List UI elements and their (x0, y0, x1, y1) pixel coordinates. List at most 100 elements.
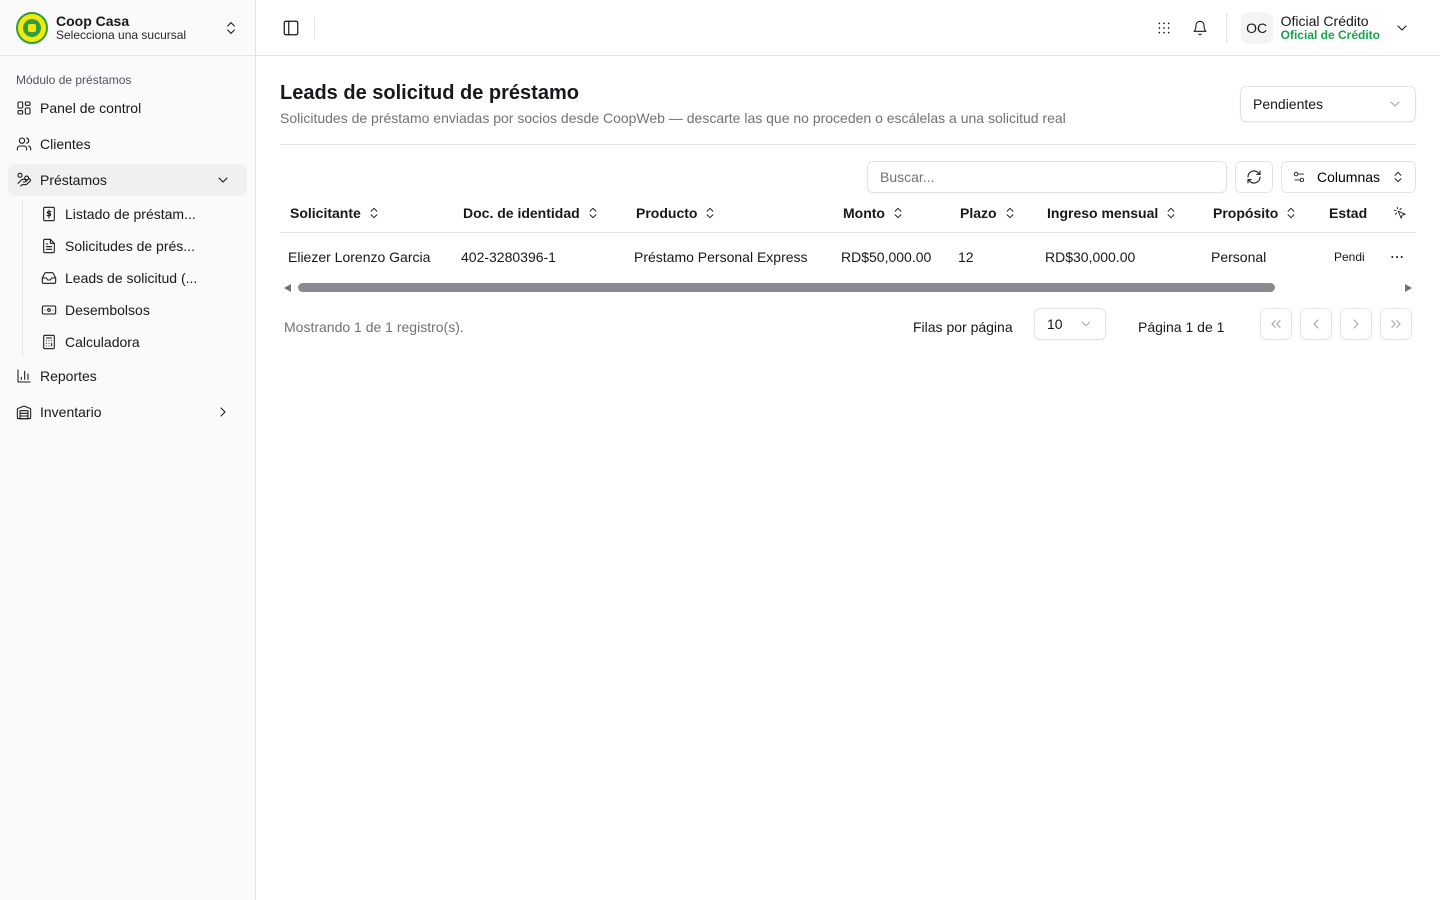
column-header-producto[interactable]: Producto (626, 205, 833, 221)
search-input[interactable] (867, 161, 1227, 193)
chevron-down-icon[interactable] (1394, 20, 1410, 36)
cell-proposito: Personal (1211, 249, 1267, 265)
column-header-estado[interactable]: Estad (1319, 205, 1379, 221)
chevrons-up-down-icon (227, 21, 235, 34)
coop-logo (16, 11, 48, 44)
column-header-doc-identidad[interactable]: Doc. de identidad (453, 205, 626, 221)
header-label: Doc. de identidad (463, 204, 580, 221)
refresh-button[interactable] (1235, 161, 1273, 193)
sidebar-item-calculadora[interactable]: Calculadora (33, 328, 239, 356)
sidebar-toggle-icon[interactable] (282, 19, 300, 37)
header-label: Propósito (1213, 204, 1279, 221)
column-header-proposito[interactable]: Propósito (1203, 205, 1319, 221)
sidebar-item-prestamos[interactable]: Préstamos (8, 164, 247, 196)
sidebar-item-label: Préstamos (40, 172, 107, 188)
sidebar-item-desembolsos[interactable]: Desembolsos (33, 296, 239, 324)
status-filter-value: Pendientes (1253, 96, 1324, 112)
sidebar-item-clientes[interactable]: Clientes (8, 128, 247, 160)
prev-page-button[interactable] (1300, 308, 1332, 340)
sort-icon (370, 207, 378, 218)
hand-coins-icon (17, 172, 32, 187)
bar-chart-icon (17, 369, 31, 383)
columns-button-label: Columnas (1316, 169, 1381, 185)
sidebar-subitem-label: Leads de solicitud (... (65, 270, 198, 286)
table-header-row: Solicitante Doc. de identidad Producto M… (280, 193, 1416, 233)
sidebar-subitem-label: Listado de préstam... (65, 206, 196, 222)
scroll-right-arrow[interactable] (1405, 284, 1412, 292)
prestamos-submenu: Listado de préstam... Solicitudes de pré… (22, 200, 247, 356)
chevrons-left-icon (1271, 320, 1281, 328)
column-header-ingreso-mensual[interactable]: Ingreso mensual (1037, 205, 1203, 221)
status-filter-select[interactable]: Pendientes (1240, 86, 1416, 122)
rows-per-page-value: 10 (1047, 316, 1063, 332)
sidebar-subitem-label: Solicitudes de prés... (65, 238, 195, 254)
sliders-icon (1293, 171, 1305, 183)
user-menu[interactable]: Oficial Crédito Oficial de Crédito (1281, 13, 1380, 43)
column-header-plazo[interactable]: Plazo (950, 205, 1037, 221)
sidebar-item-label: Reportes (40, 368, 97, 384)
main-content: Leads de solicitud de préstamo Solicitud… (280, 56, 1416, 353)
sort-icon (1167, 207, 1175, 218)
apps-button[interactable] (1148, 12, 1180, 44)
chevron-left-icon (1313, 319, 1319, 329)
horizontal-scrollbar[interactable] (280, 281, 1416, 295)
divider (1225, 13, 1227, 42)
rows-per-page-select[interactable]: 10 (1034, 308, 1106, 340)
user-role: Oficial de Crédito (1280, 27, 1380, 42)
dollar-file-icon (43, 206, 55, 222)
sidebar-item-listado-prestamos[interactable]: Listado de préstam... (33, 200, 239, 228)
header-label: Monto (843, 204, 885, 221)
chevron-down-icon (1082, 321, 1090, 327)
scrollbar-thumb[interactable] (298, 283, 1275, 292)
header-label: Solicitante (290, 204, 361, 221)
org-name: Coop Casa (56, 12, 130, 29)
sort-icon (1287, 207, 1295, 218)
sidebar-item-panel-de-control[interactable]: Panel de control (8, 92, 247, 124)
scroll-left-arrow[interactable] (284, 284, 291, 292)
divider (314, 16, 315, 39)
next-page-button[interactable] (1340, 308, 1372, 340)
sidebar-item-label: Clientes (40, 136, 91, 152)
cell-ingreso-mensual: RD$30,000.00 (1045, 249, 1136, 265)
sidebar-item-solicitudes-prestamo[interactable]: Solicitudes de prés... (33, 232, 239, 260)
cell-solicitante: Eliezer Lorenzo Garcia (288, 249, 431, 265)
sort-icon (589, 207, 597, 218)
leads-table: Solicitante Doc. de identidad Producto M… (280, 193, 1416, 295)
page-subtitle: Solicitudes de préstamo enviadas por soc… (280, 110, 1066, 126)
org-subtitle: Selecciona una sucursal (56, 27, 187, 42)
bell-icon (1193, 20, 1207, 35)
avatar[interactable]: OC (1240, 11, 1273, 44)
sidebar-group-label: Módulo de préstamos (16, 73, 132, 87)
header-label: Producto (636, 204, 698, 221)
last-page-button[interactable] (1380, 308, 1412, 340)
sidebar-subitem-label: Desembolsos (65, 302, 150, 318)
sort-icon (707, 207, 714, 218)
file-text-icon (43, 238, 55, 254)
sidebar-item-reportes[interactable]: Reportes (8, 360, 247, 392)
sidebar-item-inventario[interactable]: Inventario (8, 396, 247, 428)
first-page-button[interactable] (1260, 308, 1292, 340)
banknote-icon (41, 305, 57, 315)
refresh-icon (1247, 170, 1261, 184)
columns-button[interactable]: Columnas (1281, 161, 1416, 193)
header-label: Estad (1329, 204, 1368, 221)
page-indicator: Página 1 de 1 (1138, 319, 1225, 335)
topbar: OC Oficial Crédito Oficial de Crédito (256, 0, 1440, 56)
table-row[interactable]: Eliezer Lorenzo Garcia 402-3280396-1 Pré… (280, 233, 1416, 281)
row-actions-button[interactable] (1379, 249, 1416, 265)
record-count: Mostrando 1 de 1 registro(s). (284, 319, 464, 335)
users-icon (16, 137, 32, 151)
grid-dots-icon (1158, 21, 1170, 34)
notifications-button[interactable] (1184, 12, 1216, 44)
column-header-actions[interactable] (1379, 206, 1416, 220)
header-label: Plazo (960, 204, 997, 221)
column-header-monto[interactable]: Monto (833, 205, 950, 221)
sidebar-item-label: Inventario (40, 404, 102, 420)
sort-icon (894, 207, 902, 218)
rows-per-page-label: Filas por página (913, 319, 1013, 335)
column-header-solicitante[interactable]: Solicitante (280, 205, 453, 221)
sidebar-item-leads-solicitud[interactable]: Leads de solicitud (... (33, 264, 239, 292)
org-switcher[interactable]: Coop Casa Selecciona una sucursal (0, 0, 255, 56)
cell-estado: Pendi (1334, 250, 1365, 264)
sidebar-item-label: Panel de control (40, 100, 142, 116)
